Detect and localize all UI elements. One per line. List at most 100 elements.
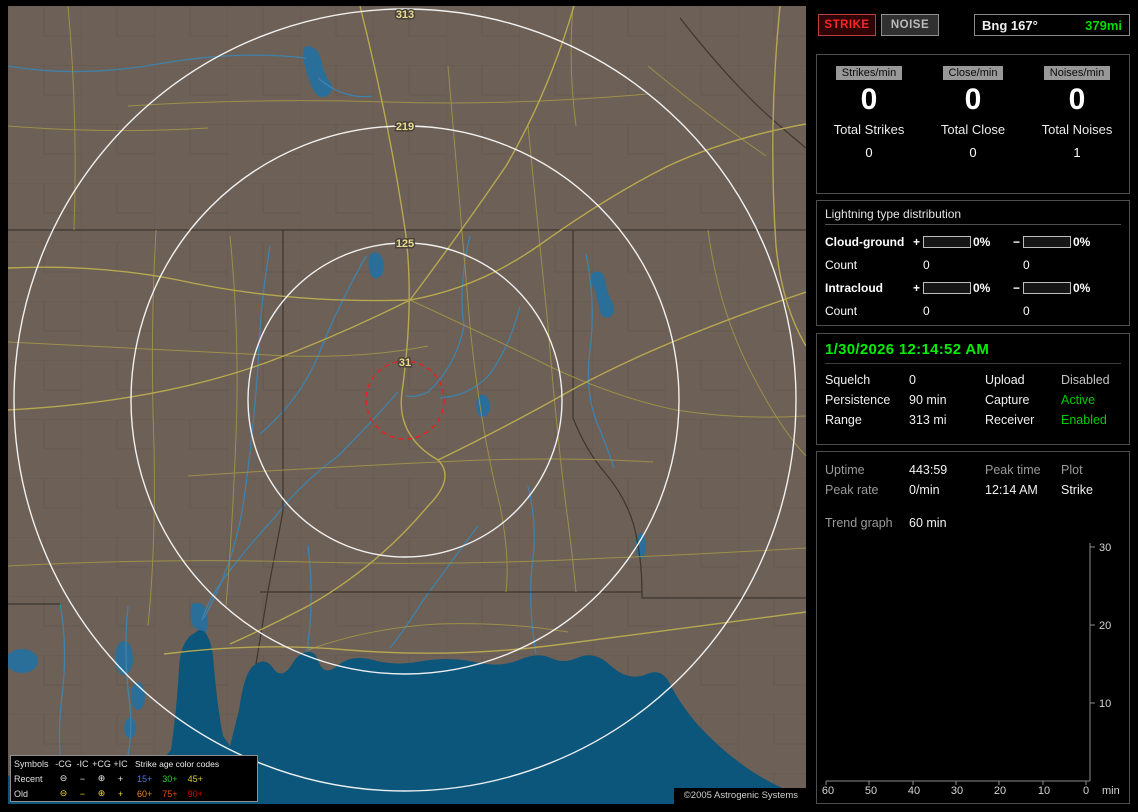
- top-status-bar: STRIKE NOISE Bng 167° 379mi: [818, 14, 1130, 36]
- legend-old-row: Old ⊖ − ⊕ + 60+ 75+ 90+: [11, 786, 257, 801]
- receiver-label: Receiver: [985, 413, 1035, 427]
- plot-label: Plot: [1061, 463, 1083, 477]
- trend-graph-window: 60 min: [909, 516, 947, 530]
- age-75: 75+: [162, 788, 178, 799]
- intracloud-label: Intracloud: [825, 280, 884, 295]
- distribution-title: Lightning type distribution: [825, 207, 1121, 225]
- uptime-trend-panel: Uptime 443:59 Peak time Plot Peak rate 0…: [816, 451, 1130, 804]
- total-noises-value: 1: [1073, 145, 1081, 160]
- squelch-upload-row: Squelch 0 Upload Disabled: [825, 370, 1121, 390]
- minus-sign: −: [1013, 280, 1021, 295]
- cg-negative-count: 0: [1023, 257, 1030, 272]
- ic-positive-count: 0: [923, 303, 930, 318]
- total-close-label: Total Close: [940, 122, 1006, 137]
- age-30: 30+: [162, 773, 178, 784]
- clock-settings-panel: 1/30/2026 12:14:52 AM Squelch 0 Upload D…: [816, 333, 1130, 445]
- pos-cg-old-icon: ⊕: [97, 788, 106, 798]
- total-noises-label: Total Noises: [1041, 122, 1113, 137]
- graph-axes: [825, 543, 1095, 785]
- map-display: 313 219 125 31 Symbols -CG -IC +CG +IC S…: [8, 6, 806, 804]
- noises-column: Noises/min 0 Total Noises 1: [1025, 63, 1129, 160]
- noise-indicator-button[interactable]: NOISE: [881, 14, 939, 36]
- map-canvas[interactable]: 313 219 125 31: [8, 6, 806, 804]
- range-label-inner: 31: [399, 357, 411, 369]
- distance-value: 379mi: [1085, 17, 1122, 33]
- neg-ic-old-icon: −: [79, 788, 86, 799]
- noises-per-min-value: 0: [1068, 83, 1086, 116]
- persistence-capture-row: Persistence 90 min Capture Active: [825, 390, 1121, 410]
- legend-col-neg-cg: -CG: [55, 758, 72, 769]
- recent-age-codes: 15+ 30+ 45+: [130, 774, 254, 784]
- cg-positive-bar: [923, 235, 971, 248]
- side-panel: STRIKE NOISE Bng 167° 379mi Strikes/min …: [814, 0, 1134, 812]
- map-legend: Symbols -CG -IC +CG +IC Strike age color…: [10, 755, 258, 802]
- squelch-label: Squelch: [825, 373, 871, 387]
- cloud-ground-label: Cloud-ground: [825, 234, 905, 249]
- peak-time-label: Peak time: [985, 463, 1041, 477]
- graph-y-labels: 30 20 10: [1099, 542, 1111, 710]
- close-column: Close/min 0 Total Close 0: [921, 63, 1025, 160]
- neg-ic-recent-icon: −: [79, 773, 86, 784]
- close-per-min-header: Close/min: [942, 66, 1004, 80]
- y-tick-30: 30: [1099, 542, 1111, 554]
- nexstorm-window: { "app": { "copyright": "©2005 Astrogeni…: [0, 0, 1138, 812]
- legend-symbols-header: Symbols: [14, 758, 49, 769]
- uptime-row: Uptime 443:59 Peak time Plot: [825, 460, 1121, 480]
- copyright-text: ©2005 Astrogenic Systems: [673, 788, 806, 804]
- x-tick-10: 10: [1038, 785, 1050, 797]
- cloud-ground-row: Cloud-ground + 0% − 0%: [825, 230, 1121, 253]
- neg-cg-recent-icon: ⊖: [59, 773, 68, 783]
- strike-rate-panel: Strikes/min 0 Total Strikes 0 Close/min …: [816, 54, 1130, 194]
- age-90: 90+: [187, 788, 203, 799]
- cg-count-label: Count: [825, 257, 858, 272]
- total-strikes-value: 0: [865, 145, 873, 160]
- bearing-value: Bng 167°: [982, 17, 1038, 33]
- y-tick-10: 10: [1099, 698, 1111, 710]
- y-tick-20: 20: [1099, 620, 1111, 632]
- current-datetime: 1/30/2026 12:14:52 AM: [825, 341, 1121, 364]
- close-per-min-value: 0: [964, 83, 982, 116]
- strike-indicator-button[interactable]: STRIKE: [818, 14, 876, 36]
- age-15: 15+: [137, 773, 153, 784]
- range-value: 313 mi: [909, 413, 947, 427]
- age-60: 60+: [137, 788, 153, 799]
- range-receiver-row: Range 313 mi Receiver Enabled: [825, 410, 1121, 430]
- legend-col-pos-ic: +IC: [113, 758, 128, 769]
- ic-positive-percent: 0%: [973, 280, 991, 295]
- ic-positive-bar: [923, 281, 971, 294]
- peak-rate-value: 0/min: [909, 483, 940, 497]
- cg-negative-bar: [1023, 235, 1071, 248]
- legend-recent-row: Recent ⊖ − ⊕ + 15+ 30+ 45+: [11, 771, 257, 786]
- upload-status: Disabled: [1061, 373, 1110, 387]
- peak-time-value: 12:14 AM: [985, 483, 1038, 497]
- pos-ic-old-icon: +: [117, 788, 124, 799]
- receiver-status: Enabled: [1061, 413, 1107, 427]
- x-tick-30: 30: [951, 785, 963, 797]
- age-45: 45+: [187, 773, 203, 784]
- minus-sign: −: [1013, 234, 1021, 249]
- range-label: Range: [825, 413, 862, 427]
- x-tick-0: 0: [1083, 785, 1089, 797]
- strikes-column: Strikes/min 0 Total Strikes 0: [817, 63, 921, 160]
- strikes-per-min-value: 0: [860, 83, 878, 116]
- trend-graph-label: Trend graph: [825, 516, 893, 530]
- ic-count-label: Count: [825, 303, 858, 318]
- pos-ic-recent-icon: +: [117, 773, 124, 784]
- persistence-label: Persistence: [825, 393, 891, 407]
- intracloud-count-row: Count 0 0: [825, 299, 1121, 322]
- old-age-codes: 60+ 75+ 90+: [130, 789, 254, 799]
- range-label-second: 219: [396, 121, 414, 133]
- plus-sign: +: [913, 280, 921, 295]
- peak-rate-label: Peak rate: [825, 483, 879, 497]
- graph-x-labels: 60 50 40 30 20 10 0 min: [822, 785, 1120, 797]
- legend-col-pos-cg: +CG: [92, 758, 111, 769]
- x-tick-60: 60: [822, 785, 834, 797]
- trend-graph-row: Trend graph 60 min: [825, 513, 1121, 533]
- persistence-value: 90 min: [909, 393, 947, 407]
- capture-status: Active: [1061, 393, 1096, 407]
- ic-negative-percent: 0%: [1073, 280, 1091, 295]
- cloud-ground-count-row: Count 0 0: [825, 253, 1121, 276]
- noises-per-min-header: Noises/min: [1043, 66, 1111, 80]
- plot-value: Strike: [1061, 483, 1093, 497]
- bearing-distance-display: Bng 167° 379mi: [974, 14, 1130, 36]
